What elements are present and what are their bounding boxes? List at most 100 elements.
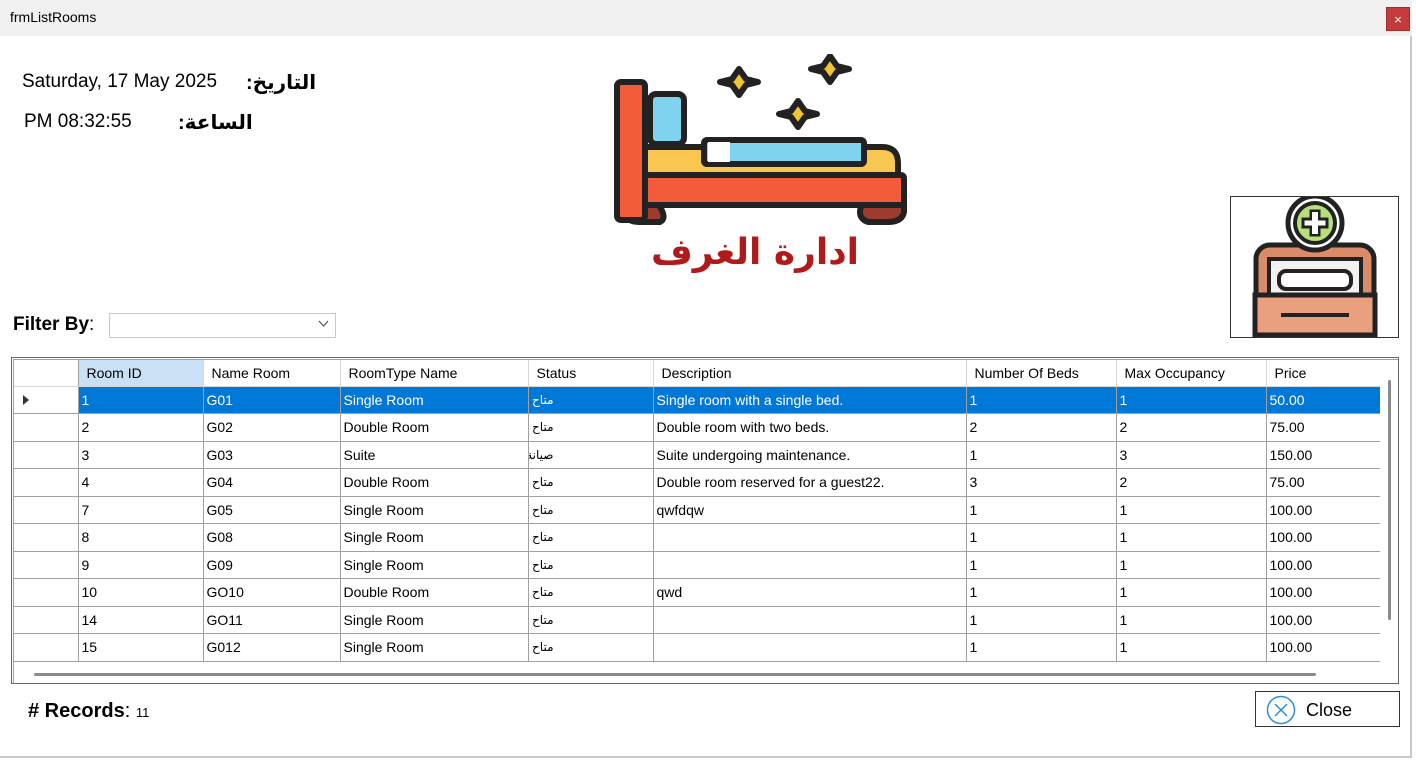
cell-max-occupancy[interactable]: 1 <box>1116 523 1267 552</box>
cell-max-occupancy[interactable]: 1 <box>1116 551 1267 579</box>
column-header-roomtype-name[interactable]: RoomType Name <box>340 360 529 387</box>
table-row[interactable]: 8 G08 Single Room متاح 1 1 100.00 <box>14 523 1390 552</box>
cell-number-of-beds[interactable]: 1 <box>966 606 1117 634</box>
column-header-status[interactable]: Status <box>528 360 654 387</box>
cell-price[interactable]: 100.00 <box>1266 606 1382 634</box>
table-row[interactable]: 15 G012 Single Room متاح 1 1 100.00 <box>14 633 1390 662</box>
cell-description[interactable] <box>653 633 967 662</box>
table-row[interactable]: 3 G03 Suite صيانة Suite undergoing maintenan… <box>14 441 1390 469</box>
cell-name-room[interactable]: G012 <box>203 633 341 662</box>
cell-name-room[interactable]: GO11 <box>203 606 341 634</box>
cell-price[interactable]: 75.00 <box>1266 413 1382 442</box>
cell-name-room[interactable]: G04 <box>203 468 341 497</box>
table-row[interactable]: 9 G09 Single Room متاح 1 1 100.00 <box>14 551 1390 579</box>
cell-room-id[interactable]: 2 <box>78 413 204 442</box>
cell-number-of-beds[interactable]: 3 <box>966 468 1117 497</box>
row-header[interactable] <box>14 633 79 662</box>
cell-room-id[interactable]: 4 <box>78 468 204 497</box>
cell-number-of-beds[interactable]: 1 <box>966 386 1117 414</box>
column-header-room-id[interactable]: Room ID <box>78 360 204 387</box>
window-close-button[interactable]: × <box>1386 7 1410 31</box>
vertical-scroll-thumb[interactable] <box>1388 380 1391 620</box>
add-room-button[interactable] <box>1230 193 1399 340</box>
cell-max-occupancy[interactable]: 1 <box>1116 578 1267 607</box>
filter-dropdown[interactable] <box>109 313 336 338</box>
column-header-name-room[interactable]: Name Room <box>203 360 341 387</box>
cell-name-room[interactable]: G05 <box>203 496 341 524</box>
cell-roomtype-name[interactable]: Double Room <box>340 578 529 607</box>
cell-description[interactable] <box>653 606 967 634</box>
table-row[interactable]: 7 G05 Single Room متاح qwfdqw 1 1 100.00 <box>14 496 1390 524</box>
cell-status[interactable]: متاح <box>528 468 654 497</box>
cell-status[interactable]: متاح <box>528 578 654 607</box>
cell-price[interactable]: 100.00 <box>1266 633 1382 662</box>
cell-price[interactable]: 150.00 <box>1266 441 1382 469</box>
cell-max-occupancy[interactable]: 1 <box>1116 606 1267 634</box>
row-header[interactable] <box>14 468 79 497</box>
table-row[interactable]: 10 GO10 Double Room متاح qwd 1 1 100.00 <box>14 578 1390 607</box>
cell-number-of-beds[interactable]: 1 <box>966 523 1117 552</box>
table-row[interactable]: 14 GO11 Single Room متاح 1 1 100.00 <box>14 606 1390 634</box>
table-row[interactable]: 4 G04 Double Room متاح Double room reserved … <box>14 468 1390 497</box>
cell-roomtype-name[interactable]: Single Room <box>340 633 529 662</box>
row-header[interactable] <box>14 551 79 579</box>
cell-description[interactable]: Single room with a single bed. <box>653 386 967 414</box>
cell-max-occupancy[interactable]: 3 <box>1116 441 1267 469</box>
cell-roomtype-name[interactable]: Double Room <box>340 413 529 442</box>
cell-room-id[interactable]: 10 <box>78 578 204 607</box>
horizontal-scrollbar[interactable] <box>14 666 1398 683</box>
cell-roomtype-name[interactable]: Single Room <box>340 496 529 524</box>
cell-price[interactable]: 75.00 <box>1266 468 1382 497</box>
table-row[interactable]: 2 G02 Double Room متاح Double room with two … <box>14 413 1390 442</box>
cell-description[interactable]: qwfdqw <box>653 496 967 524</box>
close-button[interactable]: Close <box>1255 691 1400 727</box>
cell-number-of-beds[interactable]: 1 <box>966 578 1117 607</box>
cell-max-occupancy[interactable]: 2 <box>1116 468 1267 497</box>
cell-status[interactable]: متاح <box>528 413 654 442</box>
row-header[interactable] <box>14 496 79 524</box>
cell-number-of-beds[interactable]: 2 <box>966 413 1117 442</box>
cell-description[interactable] <box>653 551 967 579</box>
cell-status[interactable]: متاح <box>528 606 654 634</box>
column-header-max-occupancy[interactable]: Max Occupancy <box>1116 360 1267 387</box>
cell-status[interactable]: صيانة <box>528 441 654 469</box>
cell-max-occupancy[interactable]: 2 <box>1116 413 1267 442</box>
column-header-price[interactable]: Price <box>1266 360 1382 387</box>
cell-status[interactable]: متاح <box>528 523 654 552</box>
cell-price[interactable]: 100.00 <box>1266 496 1382 524</box>
cell-number-of-beds[interactable]: 1 <box>966 633 1117 662</box>
cell-room-id[interactable]: 8 <box>78 523 204 552</box>
cell-roomtype-name[interactable]: Single Room <box>340 386 529 414</box>
cell-name-room[interactable]: G08 <box>203 523 341 552</box>
row-header[interactable] <box>14 523 79 552</box>
column-header-description[interactable]: Description <box>653 360 967 387</box>
cell-description[interactable]: Suite undergoing maintenance. <box>653 441 967 469</box>
cell-name-room[interactable]: G02 <box>203 413 341 442</box>
cell-number-of-beds[interactable]: 1 <box>966 551 1117 579</box>
cell-roomtype-name[interactable]: Single Room <box>340 606 529 634</box>
cell-status[interactable]: متاح <box>528 386 654 414</box>
cell-description[interactable]: Double room reserved for a guest22. <box>653 468 967 497</box>
cell-max-occupancy[interactable]: 1 <box>1116 496 1267 524</box>
cell-max-occupancy[interactable]: 1 <box>1116 633 1267 662</box>
cell-roomtype-name[interactable]: Suite <box>340 441 529 469</box>
cell-number-of-beds[interactable]: 1 <box>966 441 1117 469</box>
row-header[interactable] <box>14 386 79 414</box>
cell-room-id[interactable]: 9 <box>78 551 204 579</box>
table-row[interactable]: 1 G01 Single Room متاح Single room with a si… <box>14 386 1390 414</box>
cell-max-occupancy[interactable]: 1 <box>1116 386 1267 414</box>
cell-name-room[interactable]: G09 <box>203 551 341 579</box>
cell-price[interactable]: 50.00 <box>1266 386 1382 414</box>
cell-name-room[interactable]: G01 <box>203 386 341 414</box>
cell-roomtype-name[interactable]: Double Room <box>340 468 529 497</box>
rooms-grid[interactable]: Room ID Name Room RoomType Name Status Descr… <box>11 357 1399 684</box>
cell-description[interactable]: Double room with two beds. <box>653 413 967 442</box>
cell-status[interactable]: متاح <box>528 496 654 524</box>
cell-status[interactable]: متاح <box>528 633 654 662</box>
cell-description[interactable] <box>653 523 967 552</box>
cell-room-id[interactable]: 7 <box>78 496 204 524</box>
cell-room-id[interactable]: 3 <box>78 441 204 469</box>
cell-room-id[interactable]: 15 <box>78 633 204 662</box>
row-header[interactable] <box>14 441 79 469</box>
vertical-scrollbar[interactable] <box>1380 360 1398 666</box>
